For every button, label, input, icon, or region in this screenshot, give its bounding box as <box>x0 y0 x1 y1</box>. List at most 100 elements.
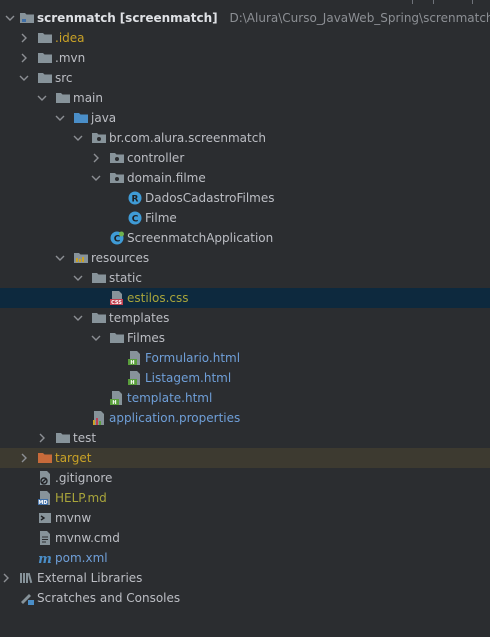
tree-label: template.html <box>127 391 213 405</box>
tree-row-pom[interactable]: m pom.xml <box>0 548 490 568</box>
chevron-down-icon[interactable] <box>71 128 85 148</box>
tree-label: application.properties <box>109 411 241 425</box>
tree-label: .mvn <box>55 51 86 65</box>
tree-label: estilos.css <box>127 291 189 305</box>
tree-label: Formulario.html <box>145 351 241 365</box>
svg-text:H: H <box>130 380 134 386</box>
svg-text:m: m <box>38 552 52 566</box>
tree-row-package[interactable]: br.com.alura.screenmatch <box>0 128 490 148</box>
tree-row-formulario[interactable]: H Formulario.html <box>0 348 490 368</box>
toolbar-separator <box>433 0 434 4</box>
tree-row-application[interactable]: C ScreenmatchApplication <box>0 228 490 248</box>
chevron-right-icon[interactable] <box>17 448 31 468</box>
tree-label: External Libraries <box>37 571 143 585</box>
ignore-file-icon <box>37 470 53 486</box>
chevron-down-icon[interactable] <box>53 108 67 128</box>
tree-label: test <box>73 431 97 445</box>
chevron-down-icon[interactable] <box>89 328 103 348</box>
tree-row-help-md[interactable]: MD HELP.md <box>0 488 490 508</box>
tree-row-external-libraries[interactable]: External Libraries <box>0 568 490 588</box>
tree-label: controller <box>127 151 185 165</box>
folder-icon <box>55 430 71 446</box>
package-icon <box>109 170 125 186</box>
chevron-down-icon[interactable] <box>35 88 49 108</box>
shell-script-icon <box>37 510 53 526</box>
chevron-right-icon[interactable] <box>0 568 13 588</box>
scratches-icon <box>19 590 35 606</box>
excluded-folder-icon <box>37 450 53 466</box>
chevron-down-icon[interactable] <box>71 268 85 288</box>
tree-label: Scratches and Consoles <box>37 591 181 605</box>
tree-row-main[interactable]: main <box>0 88 490 108</box>
tree-row-test[interactable]: test <box>0 428 490 448</box>
chevron-right-icon[interactable] <box>89 148 103 168</box>
tree-row-dados[interactable]: R DadosCadastroFilmes <box>0 188 490 208</box>
tree-label: HELP.md <box>55 491 107 505</box>
spring-class-icon: C <box>109 230 125 246</box>
tree-label: Filmes <box>127 331 166 345</box>
tree-row-filme[interactable]: C Filme <box>0 208 490 228</box>
tree-row-domain[interactable]: domain.filme <box>0 168 490 188</box>
tree-row-controller[interactable]: controller <box>0 148 490 168</box>
libraries-icon <box>19 570 35 586</box>
folder-icon <box>37 30 53 46</box>
tree-row-root[interactable]: screnmatch [screenmatch] D:\Alura\Curso_… <box>0 8 490 28</box>
markdown-file-icon: MD <box>37 490 53 506</box>
css-file-icon: CSS <box>109 290 125 306</box>
toolbar-separator <box>472 0 473 4</box>
resources-folder-icon <box>73 250 89 266</box>
tree-label: ScreenmatchApplication <box>127 231 274 245</box>
tree-row-static[interactable]: static <box>0 268 490 288</box>
svg-text:C: C <box>132 215 139 225</box>
tree-row-scratches[interactable]: Scratches and Consoles <box>0 588 490 608</box>
properties-file-icon <box>91 410 107 426</box>
tree-row-mvnw-cmd[interactable]: mvnw.cmd <box>0 528 490 548</box>
tree-label: target <box>55 451 92 465</box>
tree-row-estilos-css[interactable]: CSS estilos.css <box>0 288 490 308</box>
chevron-down-icon[interactable] <box>17 68 31 88</box>
chevron-down-icon[interactable] <box>53 248 67 268</box>
tree-label: .idea <box>55 31 85 45</box>
chevron-down-icon[interactable] <box>71 308 85 328</box>
tree-label: br.com.alura.screenmatch <box>109 131 266 145</box>
tree-row-mvnw[interactable]: mvnw <box>0 508 490 528</box>
svg-text:C: C <box>114 235 121 245</box>
chevron-right-icon[interactable] <box>17 48 31 68</box>
tree-label: resources <box>91 251 150 265</box>
tree-row-gitignore[interactable]: .gitignore <box>0 468 490 488</box>
tree-row-src[interactable]: src <box>0 68 490 88</box>
module-folder-icon <box>19 10 35 26</box>
folder-icon <box>109 330 125 346</box>
svg-text:H: H <box>112 400 116 406</box>
chevron-down-icon[interactable] <box>3 8 17 28</box>
tree-row-template-html[interactable]: H template.html <box>0 388 490 408</box>
chevron-down-icon[interactable] <box>89 168 103 188</box>
folder-icon <box>91 310 107 326</box>
html-file-icon: H <box>127 350 143 366</box>
tree-row-idea[interactable]: .idea <box>0 28 490 48</box>
tree-row-mvn[interactable]: .mvn <box>0 48 490 68</box>
tree-label: Listagem.html <box>145 371 232 385</box>
tree-row-templates[interactable]: templates <box>0 308 490 328</box>
chevron-right-icon[interactable] <box>35 428 49 448</box>
svg-text:MD: MD <box>38 500 47 506</box>
tree-row-filmes-folder[interactable]: Filmes <box>0 328 490 348</box>
tree-row-app-properties[interactable]: application.properties <box>0 408 490 428</box>
chevron-right-icon[interactable] <box>17 28 31 48</box>
folder-icon <box>37 50 53 66</box>
tree-label: main <box>73 91 103 105</box>
text-file-icon <box>37 530 53 546</box>
tree-label: DadosCadastroFilmes <box>145 191 275 205</box>
tree-label: mvnw <box>55 511 92 525</box>
maven-icon: m <box>37 550 53 567</box>
tree-row-target[interactable]: target <box>0 448 490 468</box>
html-file-icon: H <box>109 390 125 406</box>
tree-row-listagem[interactable]: H Listagem.html <box>0 368 490 388</box>
folder-icon <box>91 270 107 286</box>
tree-row-java[interactable]: java <box>0 108 490 128</box>
package-icon <box>109 150 125 166</box>
tree-label: templates <box>109 311 170 325</box>
module-name: [screenmatch] <box>119 11 218 25</box>
tree-label: src <box>55 71 73 85</box>
tree-row-resources[interactable]: resources <box>0 248 490 268</box>
